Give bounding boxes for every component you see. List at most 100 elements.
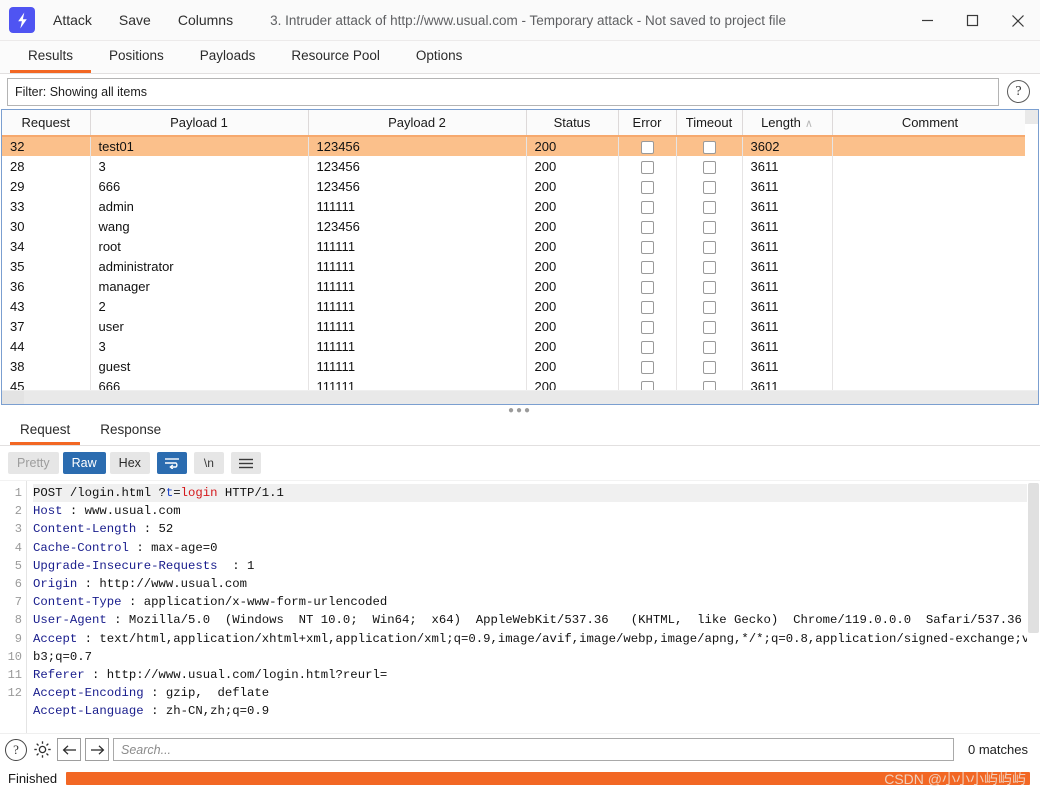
checkbox-unchecked-icon[interactable]	[640, 240, 654, 254]
column-header-payload1[interactable]: Payload 1	[90, 110, 309, 137]
minimize-icon[interactable]	[905, 0, 950, 41]
results-horizontal-scrollbar[interactable]	[2, 390, 1038, 404]
cell-timeout-checkbox[interactable]	[676, 256, 743, 276]
search-input[interactable]: Search...	[113, 738, 955, 761]
cell-timeout-checkbox[interactable]	[676, 336, 743, 356]
cell-error-checkbox[interactable]	[618, 156, 677, 176]
table-row[interactable]: 35 administrator 111111 200 3611	[2, 256, 1029, 276]
column-header-request[interactable]: Request	[2, 110, 91, 137]
column-header-status[interactable]: Status	[526, 110, 619, 137]
cell-error-checkbox[interactable]	[618, 296, 677, 316]
table-row[interactable]: 30 wang 123456 200 3611	[2, 216, 1029, 236]
column-header-comment[interactable]: Comment	[832, 110, 1029, 137]
menu-attack[interactable]: Attack	[44, 8, 101, 32]
arrow-left-icon[interactable]	[57, 738, 81, 761]
checkbox-unchecked-icon[interactable]	[702, 340, 716, 354]
cell-error-checkbox[interactable]	[618, 196, 677, 216]
view-pretty-button[interactable]: Pretty	[8, 452, 59, 474]
menu-columns[interactable]: Columns	[169, 8, 242, 32]
checkbox-unchecked-icon[interactable]	[702, 180, 716, 194]
gear-icon[interactable]	[31, 739, 53, 761]
filter-field[interactable]: Filter: Showing all items	[7, 77, 999, 106]
table-row[interactable]: 43 2 111111 200 3611	[2, 296, 1029, 316]
checkbox-unchecked-icon[interactable]	[640, 141, 654, 155]
table-row[interactable]: 32 test01 123456 200 3602	[2, 136, 1029, 156]
table-row[interactable]: 38 guest 111111 200 3611	[2, 356, 1029, 376]
table-row[interactable]: 28 3 123456 200 3611	[2, 156, 1029, 176]
cell-timeout-checkbox[interactable]	[676, 136, 743, 156]
cell-error-checkbox[interactable]	[618, 356, 677, 376]
pane-splitter-handle[interactable]: ●●●	[0, 405, 1040, 416]
cell-timeout-checkbox[interactable]	[676, 236, 743, 256]
tab-payloads[interactable]: Payloads	[182, 41, 274, 73]
checkbox-unchecked-icon[interactable]	[640, 160, 654, 174]
tab-results[interactable]: Results	[10, 41, 92, 73]
table-row[interactable]: 34 root 111111 200 3611	[2, 236, 1029, 256]
maximize-icon[interactable]	[950, 0, 995, 41]
tab-response[interactable]: Response	[90, 416, 171, 445]
cell-error-checkbox[interactable]	[618, 216, 677, 236]
cell-error-checkbox[interactable]	[618, 336, 677, 356]
checkbox-unchecked-icon[interactable]	[702, 360, 716, 374]
arrow-right-icon[interactable]	[85, 738, 109, 761]
request-editor[interactable]: 1 2 3 4 5 6 7 8 9 10 11 12 POST /login.html ?t=logi…	[0, 480, 1040, 733]
column-header-length[interactable]: Length ∧	[742, 110, 833, 137]
question-mark-icon[interactable]: ?	[1007, 80, 1030, 103]
cell-error-checkbox[interactable]	[618, 316, 677, 336]
cell-error-checkbox[interactable]	[618, 136, 677, 156]
table-row[interactable]: 29 666 123456 200 3611	[2, 176, 1029, 196]
close-icon[interactable]	[995, 0, 1040, 41]
request-raw-text[interactable]: POST /login.html ?t=login HTTP/1.1 Host :…	[26, 481, 1040, 733]
checkbox-unchecked-icon[interactable]	[640, 280, 654, 294]
checkbox-unchecked-icon[interactable]	[640, 180, 654, 194]
tab-request[interactable]: Request	[10, 416, 81, 445]
table-row[interactable]: 33 admin 111111 200 3611	[2, 196, 1029, 216]
checkbox-unchecked-icon[interactable]	[640, 300, 654, 314]
tab-positions[interactable]: Positions	[91, 41, 182, 73]
word-wrap-icon[interactable]	[156, 452, 187, 474]
cell-timeout-checkbox[interactable]	[676, 316, 743, 336]
newline-toggle-icon[interactable]: \n	[193, 452, 224, 474]
cell-timeout-checkbox[interactable]	[676, 176, 743, 196]
tab-resource-pool[interactable]: Resource Pool	[273, 41, 398, 73]
checkbox-unchecked-icon[interactable]	[702, 141, 716, 155]
question-mark-icon[interactable]: ?	[5, 738, 27, 761]
checkbox-unchecked-icon[interactable]	[640, 200, 654, 214]
cell-error-checkbox[interactable]	[618, 276, 677, 296]
view-hex-button[interactable]: Hex	[109, 452, 150, 474]
checkbox-unchecked-icon[interactable]	[702, 220, 716, 234]
cell-timeout-checkbox[interactable]	[676, 196, 743, 216]
cell-error-checkbox[interactable]	[618, 236, 677, 256]
cell-timeout-checkbox[interactable]	[676, 156, 743, 176]
table-row[interactable]: 36 manager 111111 200 3611	[2, 276, 1029, 296]
cell-error-checkbox[interactable]	[618, 256, 677, 276]
checkbox-unchecked-icon[interactable]	[702, 260, 716, 274]
checkbox-unchecked-icon[interactable]	[702, 320, 716, 334]
checkbox-unchecked-icon[interactable]	[702, 160, 716, 174]
checkbox-unchecked-icon[interactable]	[702, 280, 716, 294]
table-row[interactable]: 44 3 111111 200 3611	[2, 336, 1029, 356]
cell-timeout-checkbox[interactable]	[676, 356, 743, 376]
tab-options[interactable]: Options	[398, 41, 481, 73]
cell-timeout-checkbox[interactable]	[676, 276, 743, 296]
hamburger-menu-icon[interactable]	[230, 452, 261, 474]
results-vertical-scrollbar[interactable]	[1025, 110, 1038, 404]
checkbox-unchecked-icon[interactable]	[640, 220, 654, 234]
table-row[interactable]: 37 user 111111 200 3611	[2, 316, 1029, 336]
checkbox-unchecked-icon[interactable]	[640, 320, 654, 334]
cell-timeout-checkbox[interactable]	[676, 296, 743, 316]
checkbox-unchecked-icon[interactable]	[702, 200, 716, 214]
checkbox-unchecked-icon[interactable]	[640, 340, 654, 354]
checkbox-unchecked-icon[interactable]	[640, 360, 654, 374]
column-header-payload2[interactable]: Payload 2	[308, 110, 527, 137]
editor-vertical-scrollbar[interactable]	[1027, 481, 1040, 733]
column-header-timeout[interactable]: Timeout	[676, 110, 743, 137]
checkbox-unchecked-icon[interactable]	[640, 260, 654, 274]
cell-error-checkbox[interactable]	[618, 176, 677, 196]
menu-save[interactable]: Save	[110, 8, 160, 32]
checkbox-unchecked-icon[interactable]	[702, 300, 716, 314]
cell-timeout-checkbox[interactable]	[676, 216, 743, 236]
checkbox-unchecked-icon[interactable]	[702, 240, 716, 254]
view-raw-button[interactable]: Raw	[62, 452, 106, 474]
column-header-error[interactable]: Error	[618, 110, 677, 137]
